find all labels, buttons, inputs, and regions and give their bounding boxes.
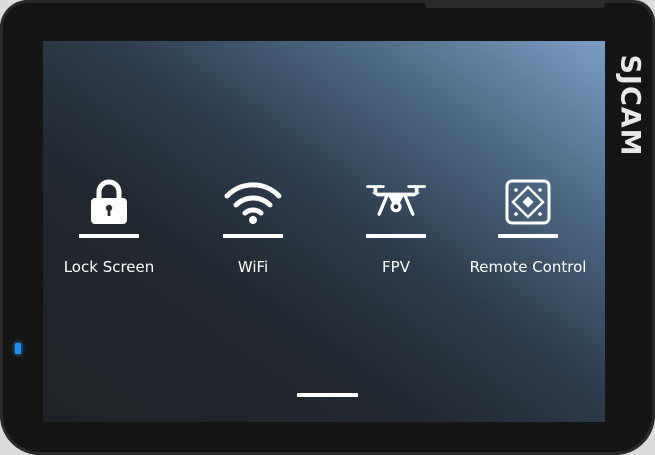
wifi-underline — [223, 234, 283, 238]
brand-logo-text: SJCAM — [614, 53, 646, 157]
remote-control-underline — [498, 234, 558, 238]
drone-icon — [366, 176, 426, 228]
lock-icon — [79, 176, 139, 228]
menu-item-fpv[interactable]: FPV — [331, 176, 461, 286]
menu-item-label: WiFi — [237, 258, 269, 276]
swipe-home-bar[interactable] — [297, 393, 358, 397]
fpv-underline — [366, 234, 426, 238]
menu-item-label: FPV — [382, 258, 410, 276]
menu-item-wifi[interactable]: WiFi — [188, 176, 318, 286]
remote-control-icon — [498, 176, 558, 228]
touch-screen: Lock Screen WiFi FPV Remote Control — [43, 41, 605, 422]
brand-logo: SJCAM — [610, 40, 650, 170]
status-led — [15, 343, 21, 354]
menu-item-label: Remote Control — [469, 258, 587, 276]
wifi-icon — [223, 176, 283, 228]
menu-item-lock-screen[interactable]: Lock Screen — [44, 176, 174, 286]
menu-item-remote-control[interactable]: Remote Control — [463, 176, 593, 286]
lock-screen-underline — [79, 234, 139, 238]
shutter-button[interactable] — [425, 0, 605, 8]
menu-item-label: Lock Screen — [63, 258, 155, 276]
